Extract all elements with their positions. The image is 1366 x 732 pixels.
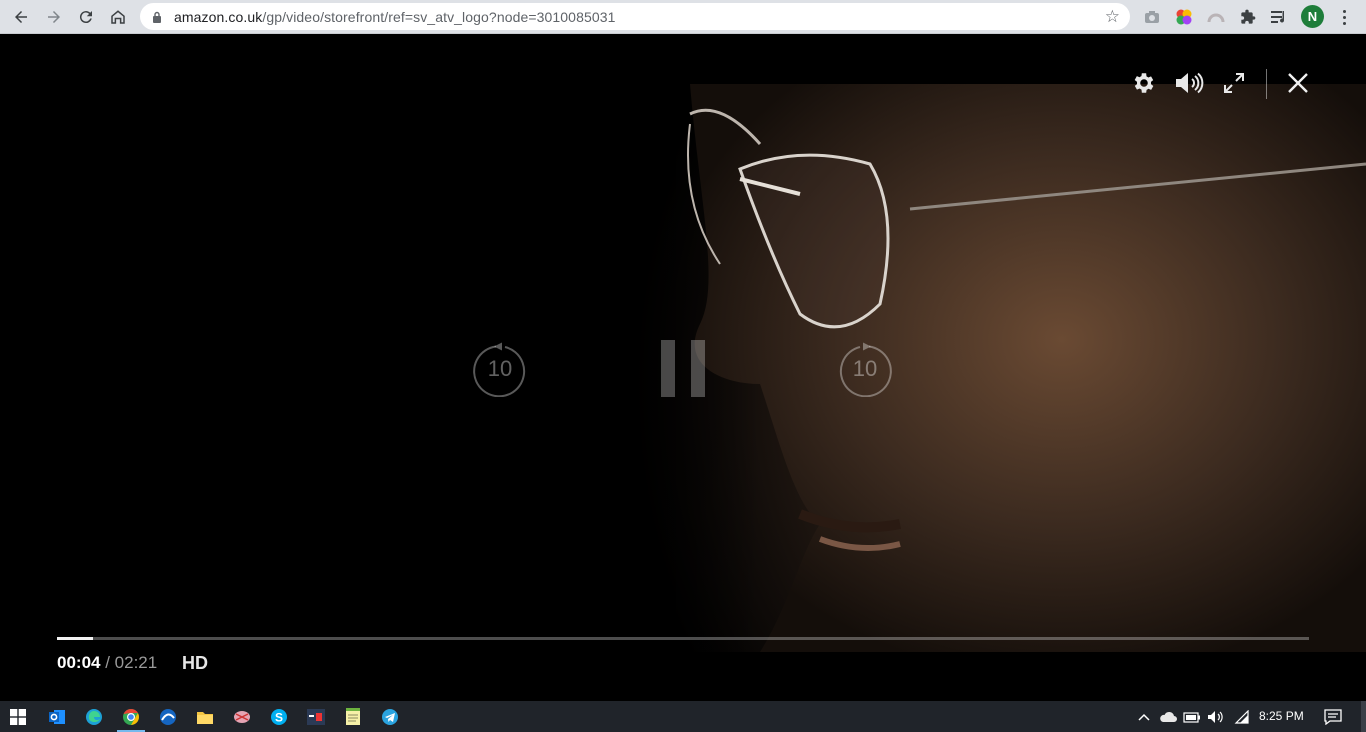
lock-icon <box>153 11 161 23</box>
rewind-10-button[interactable]: 10 <box>472 339 528 397</box>
skype-icon[interactable]: S <box>261 704 297 730</box>
edge-icon[interactable] <box>76 704 112 730</box>
app-blue-icon[interactable] <box>150 704 186 730</box>
url-path: /gp/video/storefront/ref=sv_atv_logo?nod… <box>262 8 616 25</box>
arc-extension-icon[interactable] <box>1205 6 1227 28</box>
forward-label: 10 <box>852 356 878 381</box>
media-control-icon[interactable] <box>1268 6 1290 28</box>
show-desktop-button[interactable] <box>1361 701 1366 732</box>
notifications-icon[interactable] <box>1322 707 1344 727</box>
time-separator: / <box>100 653 115 672</box>
quality-badge: HD <box>182 653 208 673</box>
back-button[interactable] <box>5 1 37 33</box>
bookmark-star-icon[interactable]: ☆ <box>1105 8 1120 25</box>
pause-bar-left <box>661 340 675 397</box>
speaker-icon[interactable] <box>1206 707 1226 727</box>
url-host: amazon.co.uk <box>174 8 263 25</box>
taskbar: S 8:25 PM <box>0 701 1366 732</box>
close-icon[interactable] <box>1284 69 1312 97</box>
url-text: amazon.co.uk/gp/video/storefront/ref=sv_… <box>174 9 616 25</box>
address-bar[interactable]: amazon.co.uk/gp/video/storefront/ref=sv_… <box>140 3 1130 30</box>
terminal-app-icon[interactable] <box>298 704 334 730</box>
forward-button[interactable] <box>38 1 70 33</box>
telegram-icon[interactable] <box>372 704 408 730</box>
reload-button[interactable] <box>70 1 102 33</box>
controls-divider <box>1266 69 1267 99</box>
back-arrow-icon <box>15 11 27 23</box>
tray-chevron-icon[interactable] <box>1136 707 1152 727</box>
taskbar-clock[interactable]: 8:25 PM <box>1259 709 1304 723</box>
volume-icon[interactable] <box>1173 68 1205 98</box>
file-explorer-icon[interactable] <box>187 704 223 730</box>
battery-icon[interactable] <box>1182 707 1202 727</box>
extensions-puzzle-icon[interactable] <box>1237 6 1259 28</box>
progress-bar[interactable] <box>57 637 1309 640</box>
windows-start-icon[interactable] <box>0 704 36 730</box>
browser-toolbar: amazon.co.uk/gp/video/storefront/ref=sv_… <box>0 0 1366 34</box>
outlook-icon[interactable] <box>39 704 75 730</box>
video-player[interactable]: 10 10 00:04 / 02:21 HD <box>0 35 1366 701</box>
svg-text:S: S <box>275 711 283 725</box>
settings-gear-icon[interactable] <box>1129 68 1159 98</box>
home-icon <box>111 10 125 24</box>
reload-icon <box>79 11 92 24</box>
progress-fill <box>57 637 93 640</box>
camera-extension-icon[interactable] <box>1141 6 1163 28</box>
forward-arrow-icon <box>48 11 60 23</box>
notepad-icon[interactable] <box>335 704 371 730</box>
snipping-tool-icon[interactable] <box>224 704 260 730</box>
pause-bar-right <box>691 340 705 397</box>
forward-10-button[interactable]: 10 <box>837 339 893 397</box>
wifi-icon[interactable] <box>1231 707 1251 727</box>
pause-button[interactable] <box>660 340 706 398</box>
profile-initial: N <box>1307 9 1318 24</box>
fullscreen-icon[interactable] <box>1220 69 1248 97</box>
browser-menu-icon[interactable] <box>1334 6 1354 28</box>
onedrive-cloud-icon[interactable] <box>1158 707 1178 727</box>
profile-avatar[interactable]: N <box>1301 5 1324 28</box>
chrome-icon[interactable] <box>113 704 149 732</box>
color-extension-icon[interactable] <box>1173 6 1195 28</box>
time-display: 00:04 / 02:21 <box>57 653 157 673</box>
rewind-label: 10 <box>487 356 513 381</box>
duration: 02:21 <box>114 653 158 672</box>
current-time: 00:04 <box>57 653 101 672</box>
home-button[interactable] <box>102 1 134 33</box>
